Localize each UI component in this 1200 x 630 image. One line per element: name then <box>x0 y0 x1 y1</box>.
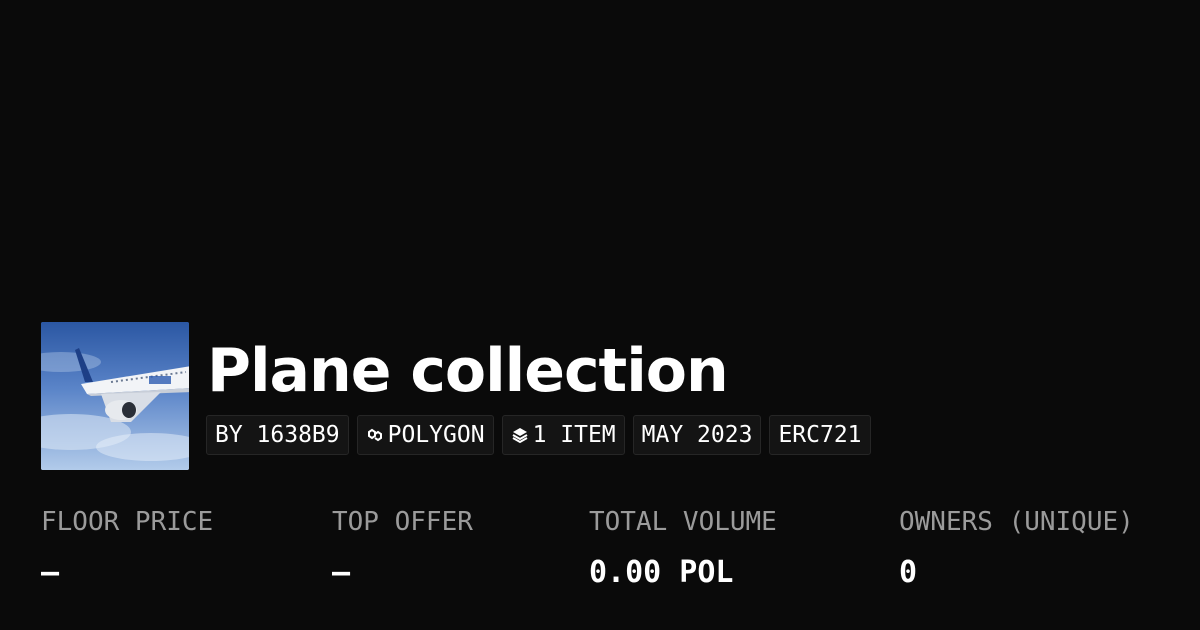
stat-label: TOP OFFER <box>332 507 473 537</box>
layers-icon <box>511 426 529 444</box>
stat-total-volume: TOTAL VOLUME 0.00 POL <box>589 504 777 593</box>
date-label: MAY 2023 <box>641 422 753 448</box>
stat-floor-price: FLOOR PRICE – <box>41 504 213 593</box>
airplane-image <box>41 322 189 470</box>
stat-top-offer: TOP OFFER – <box>332 504 473 593</box>
collection-meta-chips: BY 1638B9 POLYGON 1 ITEM MAY 2023 ERC721 <box>206 415 871 455</box>
stat-label: OWNERS (UNIQUE) <box>899 507 1134 537</box>
stat-label: FLOOR PRICE <box>41 507 214 537</box>
polygon-chain-icon <box>366 426 384 444</box>
creator-chip[interactable]: BY 1638B9 <box>206 415 349 455</box>
items-chip: 1 ITEM <box>501 415 625 455</box>
stat-value: 0.00 POL <box>589 555 734 590</box>
items-label: 1 ITEM <box>532 422 616 448</box>
standard-chip: ERC721 <box>769 415 871 455</box>
stat-value: – <box>332 555 351 590</box>
stat-owners: OWNERS (UNIQUE) 0 <box>899 504 1134 593</box>
stat-value: 0 <box>899 555 918 590</box>
date-chip: MAY 2023 <box>632 415 762 455</box>
chain-label: POLYGON <box>387 422 485 448</box>
chain-chip[interactable]: POLYGON <box>356 415 494 455</box>
creator-label: BY 1638B9 <box>215 422 340 448</box>
stat-label: TOTAL VOLUME <box>589 507 777 537</box>
collection-title: Plane collection <box>207 336 729 406</box>
standard-label: ERC721 <box>778 422 862 448</box>
collection-thumbnail <box>41 322 189 470</box>
stat-value: – <box>41 555 60 590</box>
